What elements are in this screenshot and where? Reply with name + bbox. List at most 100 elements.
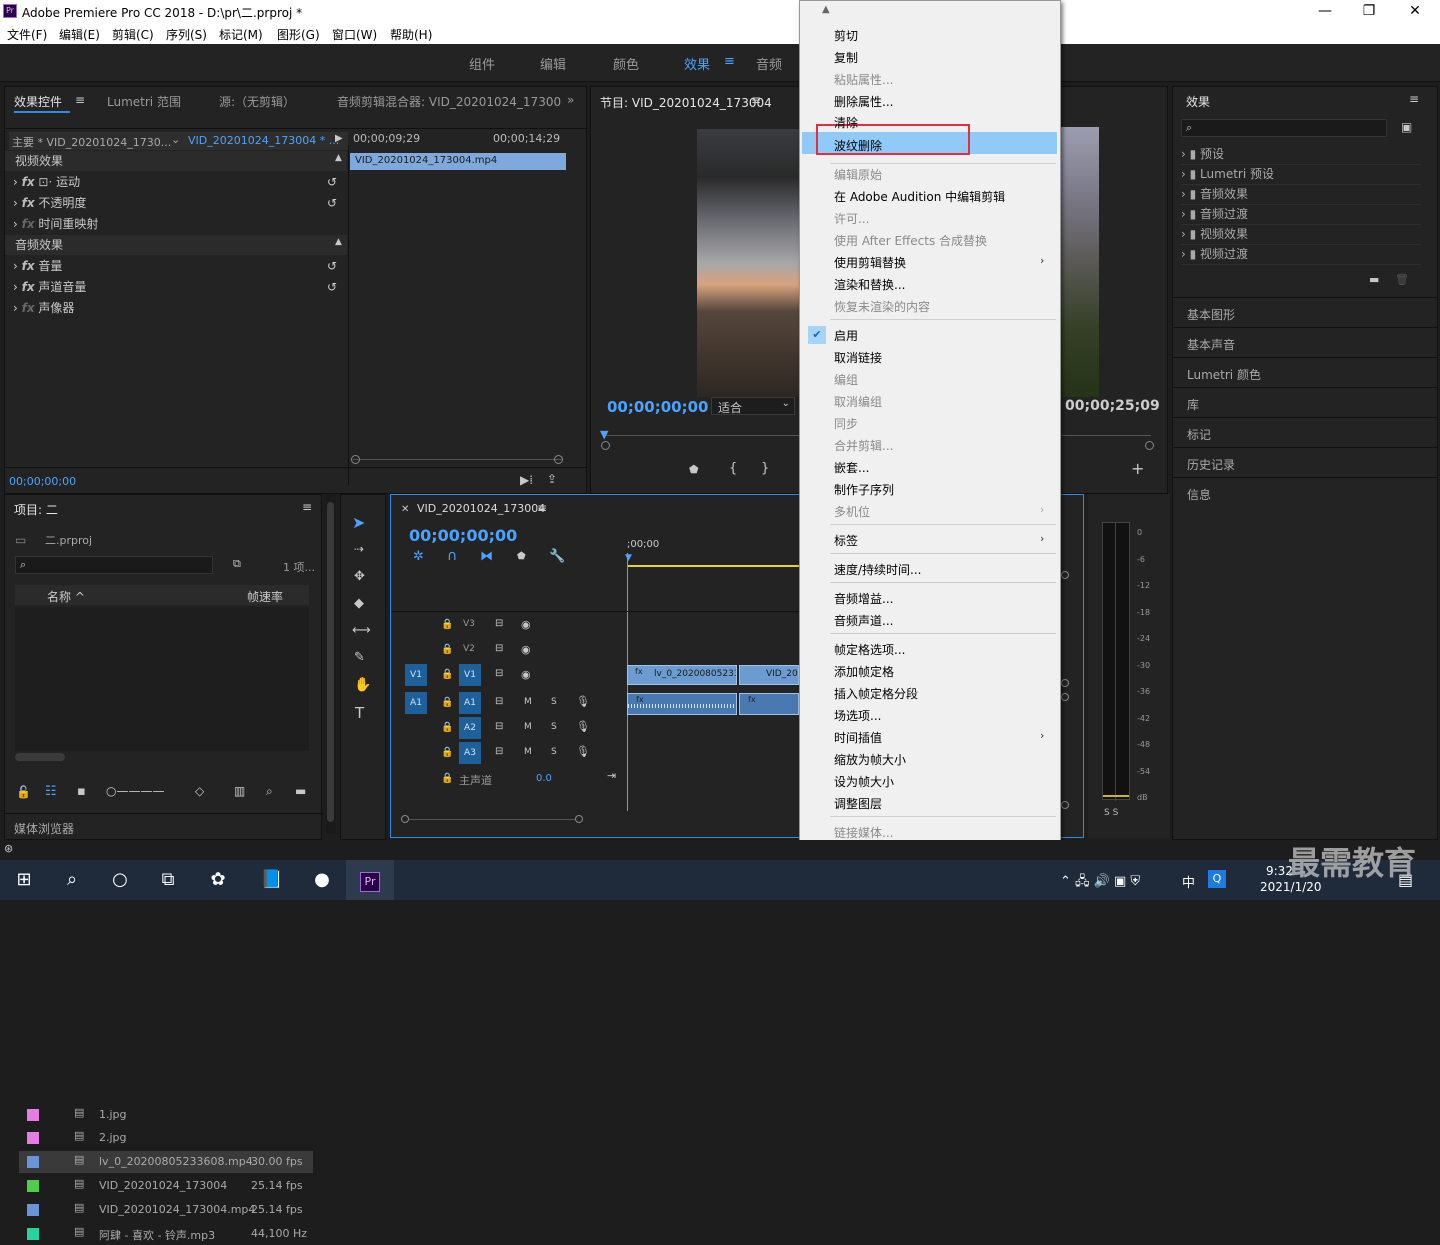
menu-sequence[interactable]: 序列(S) — [166, 26, 207, 43]
panel-section-tab[interactable]: 标记 — [1173, 417, 1437, 446]
menu-window[interactable]: 窗口(W) — [332, 26, 377, 43]
effect-row-time-remap[interactable]: › fx 时间重映射 — [5, 214, 347, 234]
context-menu-item[interactable]: 插入帧定格分段 — [834, 685, 918, 702]
zoom-handle-right[interactable] — [554, 455, 563, 464]
sync-lock-icon[interactable]: ⊟ — [495, 696, 503, 707]
workspace-audio[interactable]: 音频 — [756, 54, 782, 73]
effect-row-panner[interactable]: › fx 声像器 — [5, 298, 347, 318]
tab-media-browser[interactable]: 媒体浏览器 — [14, 820, 74, 837]
notes-app-icon[interactable]: 📘 — [248, 860, 296, 900]
solo-button[interactable]: S — [551, 747, 557, 757]
ime-indicator[interactable]: 中 — [1182, 872, 1195, 891]
effects-tree-item[interactable]: › ▮ 预设 — [1181, 145, 1421, 165]
vertical-scrollbar[interactable] — [327, 502, 334, 822]
context-menu-item[interactable]: 音频增益... — [834, 590, 893, 607]
track-target-a2[interactable]: A2 — [459, 717, 481, 739]
timeline-timecode[interactable]: 00;00;00;00 — [409, 526, 517, 545]
collapse-up-icon[interactable]: ▲ — [335, 153, 342, 163]
effect-row-motion[interactable]: › fx ⊡· 运动 — [5, 172, 347, 192]
list-item[interactable]: ▤ 1.jpg — [19, 1104, 313, 1126]
context-menu-item[interactable]: 缩放为帧大小 — [834, 751, 906, 768]
system-tray-icons[interactable]: ⌃ 🖧 🔊 ▣ ⛨ — [1060, 872, 1140, 894]
effects-title[interactable]: 效果 — [1186, 93, 1210, 110]
project-menu-icon[interactable]: ≡ — [302, 500, 312, 514]
effect-row-opacity[interactable]: › fx 不透明度 — [5, 193, 347, 213]
video-clip-2[interactable]: VID_202 — [739, 665, 799, 685]
workspace-menu-icon[interactable]: ≡ — [724, 54, 735, 69]
tab-effect-controls-menu-icon[interactable]: ≡ — [75, 93, 85, 107]
workspace-editing[interactable]: 编辑 — [540, 54, 566, 73]
label-color-swatch[interactable] — [27, 1180, 39, 1192]
hand-tool-icon[interactable]: ✋ — [354, 677, 371, 693]
export-icon[interactable]: ⇪ — [547, 472, 557, 486]
mute-button[interactable]: M — [524, 697, 532, 707]
audio-clip-2[interactable]: fx — [739, 693, 799, 715]
effect-row-channel-volume[interactable]: › fx 声道音量 — [5, 277, 347, 297]
type-tool-icon[interactable]: T — [355, 704, 364, 722]
program-timecode[interactable]: 00;00;00;00 — [607, 398, 709, 416]
maximize-button[interactable]: ❐ — [1346, 0, 1392, 24]
mute-button[interactable]: M — [524, 722, 532, 732]
zoom-handle-left[interactable] — [351, 455, 360, 464]
sync-lock-icon[interactable]: ⊟ — [495, 668, 503, 679]
audio-clip-1[interactable]: fx — [627, 693, 737, 715]
slip-tool-icon[interactable]: ⟷ — [352, 623, 371, 638]
solo-buttons[interactable]: S S — [1104, 808, 1118, 818]
list-item[interactable]: ▤ 阿肆 - 喜欢 - 铃声.mp3 44,100 Hz — [19, 1223, 313, 1245]
context-menu-item[interactable]: 速度/持续时间... — [834, 561, 922, 578]
selection-tool-icon[interactable]: ➤ — [352, 513, 365, 532]
add-button-icon[interactable]: + — [1131, 459, 1144, 478]
list-item[interactable]: ▤ VID_20201024_173004 25.14 fps — [19, 1175, 313, 1197]
zoom-slider[interactable]: ○———— — [106, 784, 164, 798]
fit-dropdown[interactable]: 适合 ⌄ — [711, 397, 795, 415]
add-marker-icon[interactable]: ⬟ — [517, 551, 526, 562]
play-triangle-icon[interactable]: ▶ — [335, 133, 343, 144]
icon-view-icon[interactable]: ▪ — [77, 784, 86, 799]
list-view-icon[interactable]: ☷ — [45, 784, 57, 799]
panel-section-tab[interactable]: Lumetri 颜色 — [1173, 357, 1437, 386]
lock-icon[interactable]: 🔒 — [441, 747, 453, 758]
lock-icon[interactable]: 🔒 — [441, 773, 453, 784]
vzoom-handle[interactable] — [1061, 693, 1069, 701]
play-only-audio-icon[interactable]: ▶⁞ — [520, 473, 533, 487]
eye-icon[interactable]: ◉ — [521, 668, 531, 681]
source-patch-a1[interactable]: A1 — [405, 692, 427, 714]
new-bin-from-search-icon[interactable]: ⧉ — [233, 557, 241, 571]
context-menu-item[interactable]: 时间插值 — [834, 729, 882, 746]
reset-icon[interactable]: ↺ — [327, 280, 337, 294]
effects-tree-item[interactable]: › ▮ 视频过渡 — [1181, 245, 1421, 265]
timeline-menu-icon[interactable]: ≡ — [537, 501, 547, 515]
panel-section-tab[interactable]: 历史记录 — [1173, 447, 1437, 476]
menu-marker[interactable]: 标记(M) — [219, 26, 263, 43]
nest-toggle-icon[interactable]: ✲ — [413, 549, 424, 564]
track-target-a3[interactable]: A3 — [459, 742, 481, 764]
task-view-icon[interactable]: ⧉ — [144, 860, 192, 900]
lock-icon[interactable]: 🔓 — [16, 785, 31, 799]
context-menu-item[interactable]: 音频声道... — [834, 612, 893, 629]
context-menu-item[interactable]: 启用 — [834, 327, 858, 344]
windows-start-icon[interactable]: ⊞ — [0, 860, 48, 900]
scroll-up-icon[interactable]: ▲ — [822, 4, 830, 15]
premiere-taskbar-icon[interactable]: Pr — [346, 860, 394, 900]
video-clip-1[interactable]: lv_0_20200805233 — [627, 665, 737, 685]
track-target-v2[interactable]: V2 — [463, 644, 475, 654]
list-item[interactable]: ▤ 2.jpg — [19, 1127, 313, 1149]
horizontal-scrollbar[interactable] — [15, 753, 65, 761]
sort-icon[interactable]: ◇ — [195, 784, 204, 798]
context-menu-item[interactable]: 清除 — [834, 114, 858, 131]
program-menu-icon[interactable]: ≡ — [751, 93, 761, 107]
cortana-icon[interactable]: ○ — [96, 860, 144, 900]
linked-selection-icon[interactable]: ⧓ — [480, 549, 493, 564]
overflow-chevron-icon[interactable]: » — [567, 93, 574, 107]
workspace-assembly[interactable]: 组件 — [469, 54, 495, 73]
razor-tool-icon[interactable]: ◆ — [354, 596, 364, 611]
source-patch-v1[interactable]: V1 — [405, 664, 427, 686]
workspace-color[interactable]: 颜色 — [613, 54, 639, 73]
context-menu-item[interactable]: 帧定格选项... — [834, 641, 905, 658]
panel-section-tab[interactable]: 基本图形 — [1173, 297, 1437, 326]
context-menu-item[interactable]: 删除属性... — [834, 93, 893, 110]
mark-out-icon[interactable]: } — [761, 461, 769, 476]
track-target-a1[interactable]: A1 — [459, 692, 481, 714]
trash-icon[interactable]: 🗑 — [1395, 273, 1409, 286]
sync-lock-icon[interactable]: ⊟ — [495, 746, 503, 757]
